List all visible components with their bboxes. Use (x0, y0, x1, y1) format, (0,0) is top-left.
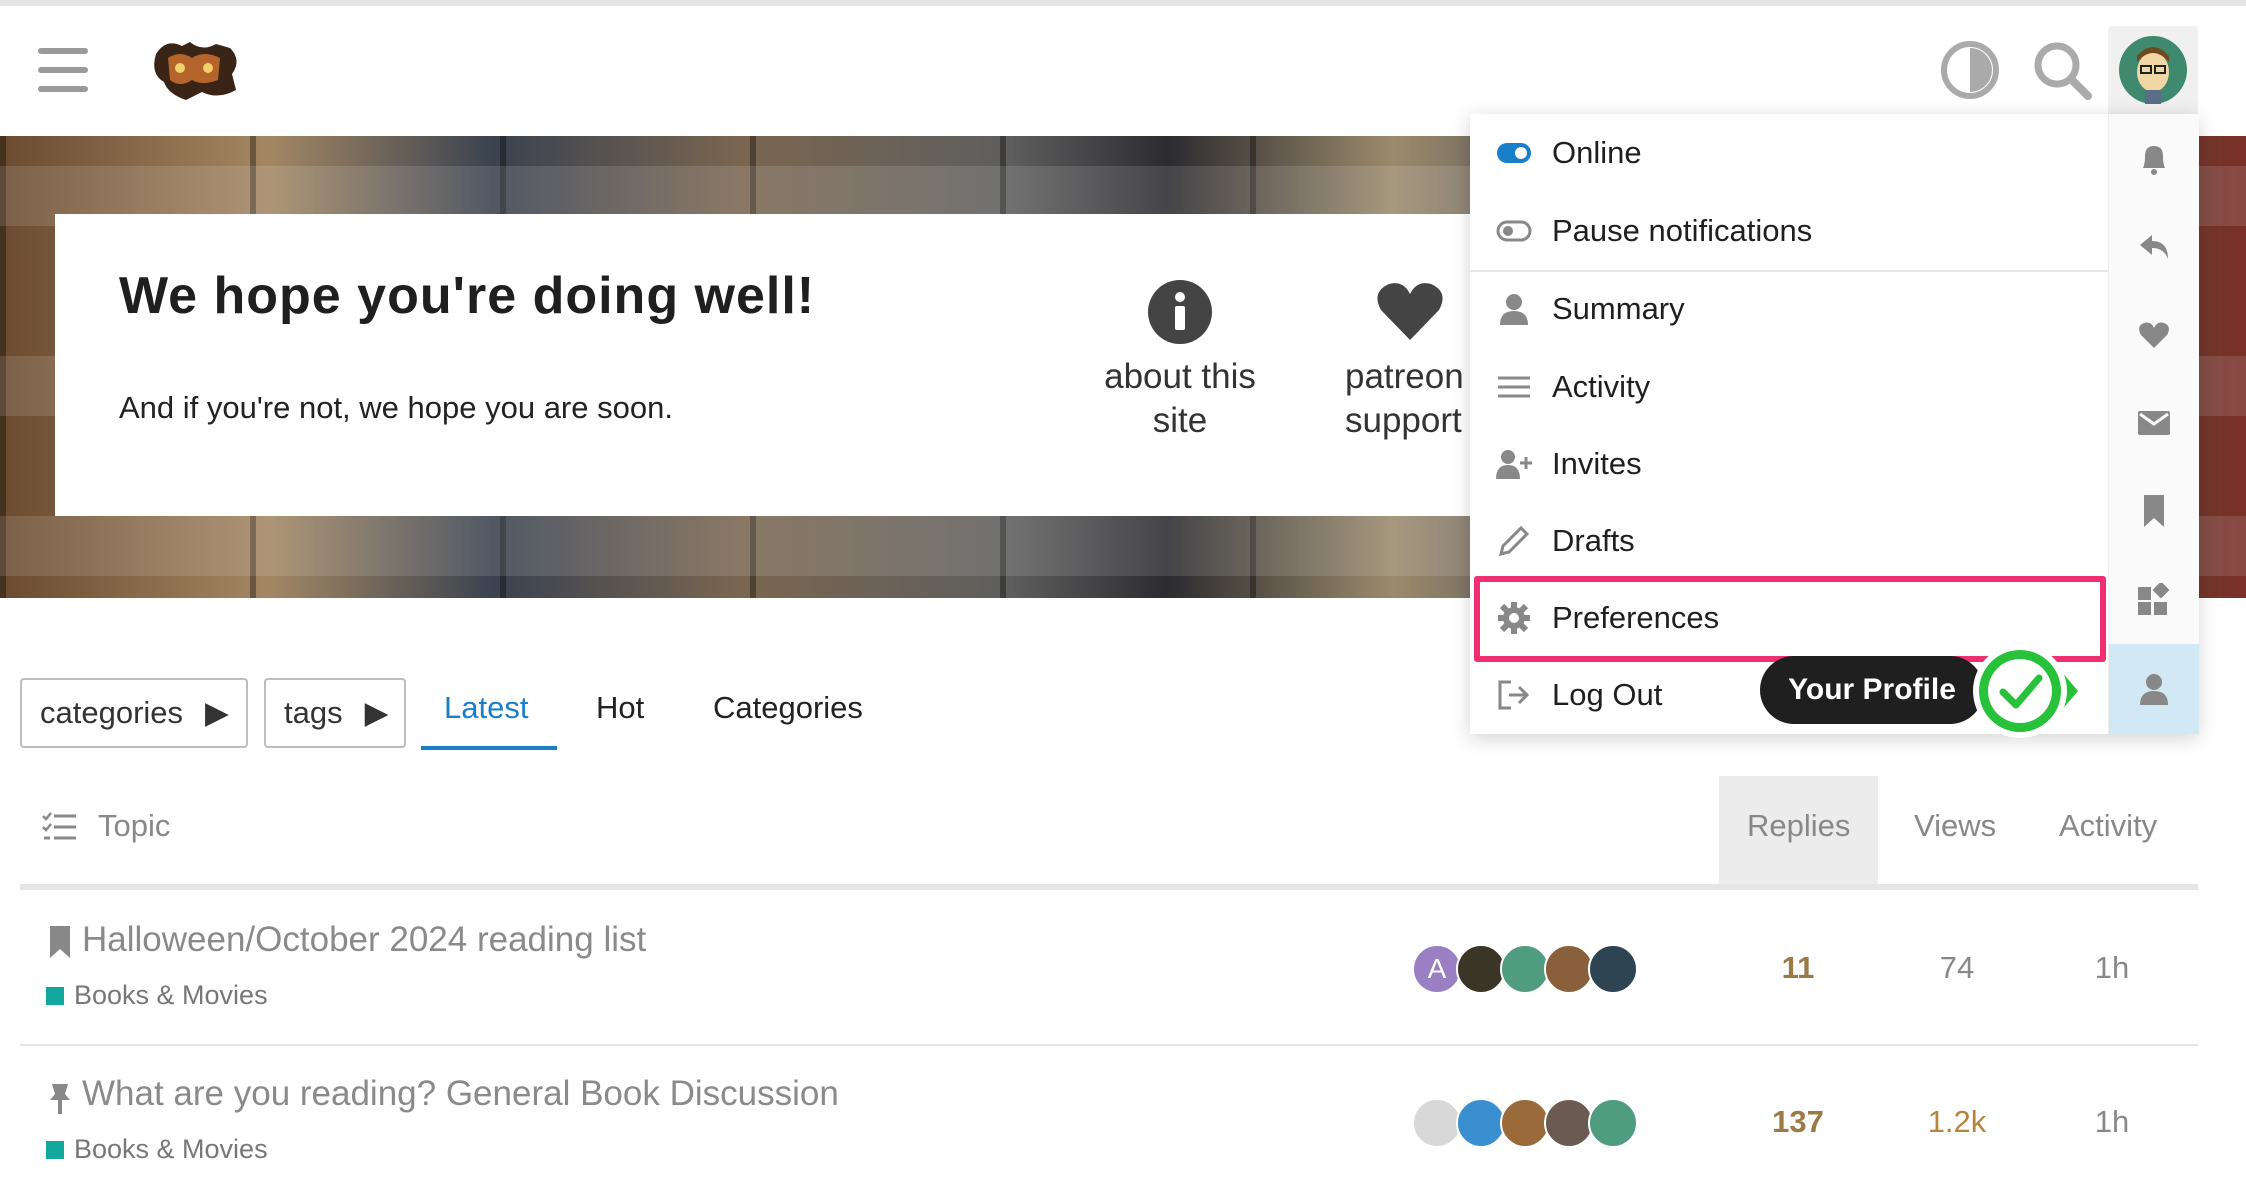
caret-right-icon: ▶ (205, 695, 229, 730)
menu-item-label: Online (1552, 135, 1642, 170)
bulk-select-icon[interactable] (42, 812, 76, 847)
bookmark-icon[interactable] (2131, 488, 2177, 534)
welcome-title: We hope you're doing well! (119, 267, 816, 325)
about-site-link[interactable]: about this site (1065, 280, 1295, 443)
heart-icon[interactable] (2131, 312, 2177, 358)
menu-item-label: Invites (1552, 446, 1642, 481)
poster-avatars (1412, 1098, 1638, 1148)
menu-item-label: Summary (1552, 291, 1685, 326)
category-label: Books & Movies (74, 1134, 268, 1164)
menu-item-label: Log Out (1552, 677, 1663, 712)
widgets-icon[interactable] (2131, 576, 2177, 622)
category-label: Books & Movies (74, 980, 268, 1010)
site-logo[interactable] (146, 34, 246, 104)
menu-item-invites[interactable]: Invites (1496, 431, 1642, 497)
user-icon[interactable] (2131, 666, 2177, 712)
user-avatar (2119, 36, 2187, 104)
avatar[interactable] (1456, 944, 1506, 994)
welcome-banner: We hope you're doing well! And if you're… (55, 214, 1475, 516)
column-views[interactable]: Views (1914, 808, 1996, 844)
row-divider (20, 1044, 2198, 1046)
info-icon (1148, 280, 1212, 344)
avatar[interactable] (1456, 1098, 1506, 1148)
view-count: 74 (1939, 950, 1975, 985)
column-topic[interactable]: Topic (98, 808, 170, 844)
hamburger-menu-icon[interactable] (38, 48, 88, 92)
user-avatar-button[interactable] (2108, 26, 2198, 114)
menu-item-label: Drafts (1552, 523, 1635, 558)
activity-time[interactable]: 1h (2032, 1104, 2192, 1140)
menu-item-label: Activity (1552, 369, 1651, 404)
pin-icon (48, 1084, 72, 1119)
menu-item-online[interactable]: Online (1496, 120, 1642, 186)
categories-dropdown-label: categories (40, 695, 184, 730)
tags-dropdown-label: tags (284, 695, 343, 730)
toggle-on-icon (1496, 135, 1532, 171)
column-activity[interactable]: Activity (2059, 808, 2157, 844)
avatar[interactable] (1588, 1098, 1638, 1148)
about-link-line2: site (1152, 401, 1208, 440)
reply-count[interactable]: 11 (1718, 950, 1878, 986)
menu-divider (1470, 270, 2108, 272)
activity-time[interactable]: 1h (2032, 950, 2192, 986)
avatar[interactable] (1412, 1098, 1462, 1148)
user-icon (1496, 291, 1532, 327)
menu-item-log-out[interactable]: Log Out (1496, 662, 1662, 728)
topic-title-link[interactable]: Halloween/October 2024 reading list (82, 920, 646, 960)
poster-avatars: A (1412, 944, 1638, 994)
avatar[interactable]: A (1412, 944, 1462, 994)
user-menu-side-tabs (2108, 114, 2199, 734)
menu-item-label: Pause notifications (1552, 213, 1813, 248)
avatar[interactable] (1544, 1098, 1594, 1148)
view-count: 1.2k (1927, 1104, 1987, 1139)
tab-categories[interactable]: Categories (713, 690, 863, 726)
user-plus-icon (1496, 446, 1532, 482)
toggle-off-icon (1496, 213, 1532, 249)
tags-dropdown[interactable]: tags ▶ (264, 678, 406, 748)
category-color-square (46, 986, 64, 1005)
category-color-square (46, 1140, 64, 1159)
pencil-icon (1496, 523, 1532, 559)
bell-icon[interactable] (2131, 136, 2177, 182)
caret-right-icon: ▶ (364, 695, 389, 730)
menu-item-summary[interactable]: Summary (1496, 276, 1685, 342)
welcome-subtitle: And if you're not, we hope you are soon. (119, 390, 673, 425)
category-badge[interactable]: Books & Movies (46, 980, 268, 1011)
topic-title-link[interactable]: What are you reading? General Book Discu… (82, 1074, 839, 1114)
menu-item-drafts[interactable]: Drafts (1496, 508, 1635, 574)
avatar[interactable] (1588, 944, 1638, 994)
reply-count[interactable]: 137 (1718, 1104, 1878, 1140)
sign-out-icon (1496, 677, 1532, 713)
theme-toggle-icon[interactable] (1938, 38, 2002, 102)
checkmark-icon (1970, 636, 2080, 746)
bookmark-icon (48, 926, 72, 963)
avatar[interactable] (1500, 1098, 1550, 1148)
category-badge[interactable]: Books & Movies (46, 1134, 268, 1165)
reply-icon[interactable] (2131, 224, 2177, 270)
top-border (0, 0, 2246, 6)
categories-dropdown[interactable]: categories ▶ (20, 678, 248, 748)
avatar[interactable] (1544, 944, 1594, 994)
list-icon (1496, 369, 1532, 405)
envelope-icon[interactable] (2131, 400, 2177, 446)
column-replies[interactable]: Replies (1747, 808, 1850, 844)
table-header-divider (20, 884, 2198, 890)
search-icon[interactable] (2030, 38, 2094, 102)
heart-icon (1377, 283, 1443, 340)
active-tab-indicator (421, 746, 557, 750)
about-link-line1: about this (1104, 357, 1256, 396)
menu-item-pause-notifications[interactable]: Pause notifications (1496, 198, 1812, 264)
tab-hot[interactable]: Hot (596, 690, 644, 726)
tab-latest[interactable]: Latest (444, 690, 528, 726)
menu-item-activity[interactable]: Activity (1496, 354, 1650, 420)
avatar[interactable] (1500, 944, 1550, 994)
your-profile-tooltip: Your Profile (1760, 656, 1984, 724)
